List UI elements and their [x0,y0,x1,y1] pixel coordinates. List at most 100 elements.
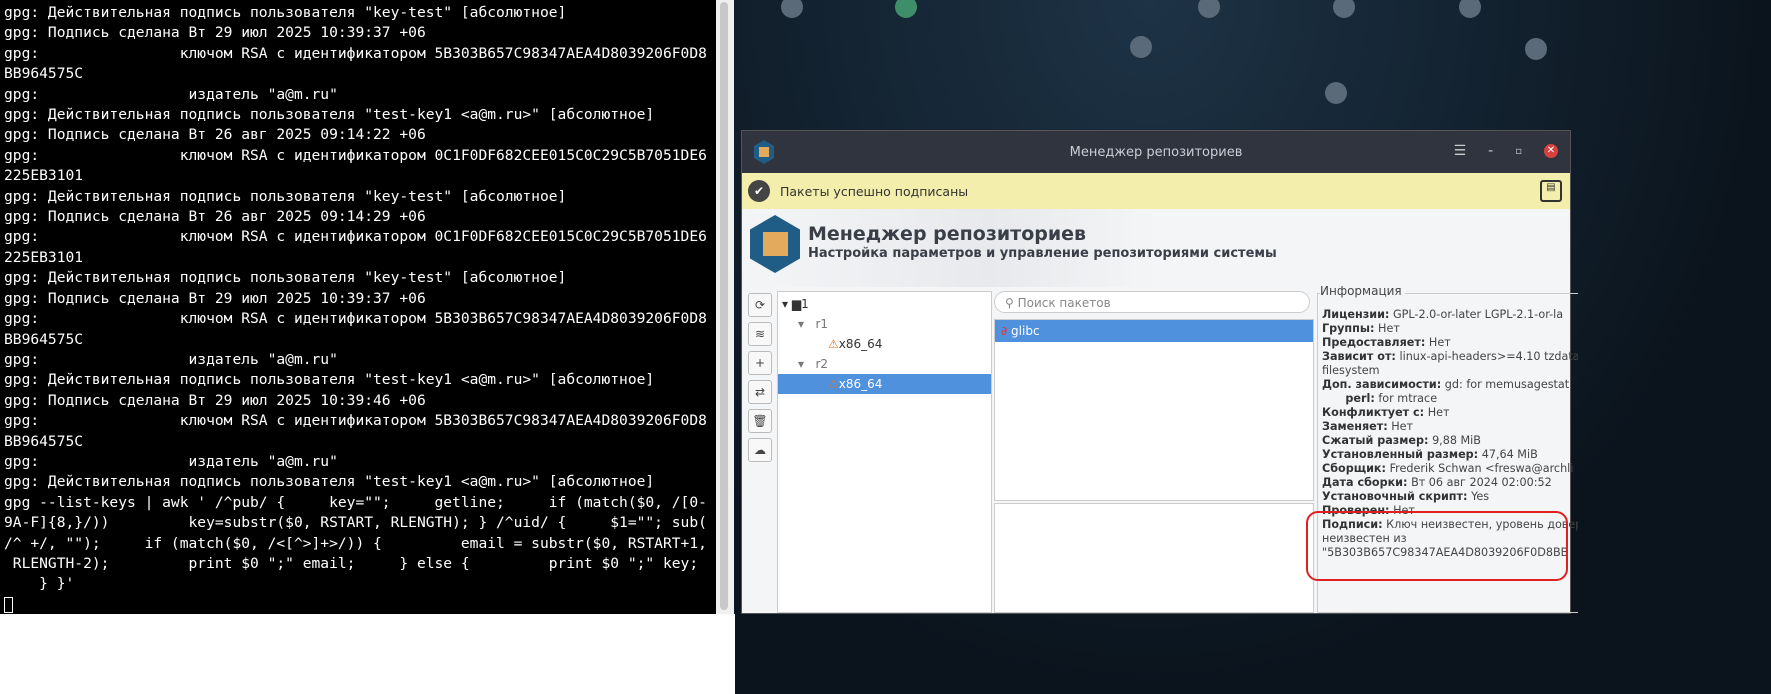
package-row[interactable]: ∂ glibc [995,320,1313,342]
info-row: filesystem [1322,364,1578,378]
info-row: perl: for mtrace [1322,392,1578,406]
info-row: Группы: Нет [1322,322,1578,336]
info-label: Зависит от: [1322,350,1396,363]
terminal-line: RLENGTH-2); print $0 ";" email; } else {… [4,554,699,572]
minimize-button[interactable]: - [1488,143,1493,159]
info-label: Установочный скрипт: [1322,490,1468,503]
info-value: filesystem [1322,364,1380,377]
terminal-line: gpg: Подпись сделана Вт 29 июл 2025 10:3… [4,391,426,409]
header-title: Менеджер репозиториев [808,223,1087,245]
info-value: gd: for memusagestat [1444,378,1570,391]
info-value: Нет [1378,322,1400,335]
header-subtitle: Настройка параметров и управление репози… [808,246,1277,261]
info-row: Дата сборки: Вт 06 авг 2024 02:00:52 [1322,476,1578,490]
package-list[interactable]: ∂ glibc [994,319,1314,501]
info-label: perl: [1322,392,1375,405]
terminal-line: gpg: ключом RSA с идентификатором 0C1F0D… [4,228,707,246]
info-row: Заменяет: Нет [1322,420,1578,434]
terminal-line: gpg: Действительная подпись пользователя… [4,106,655,124]
delete-button[interactable]: 🗑 [748,409,772,433]
terminal-line: gpg: ключом RSA с идентификатором 5B303B… [4,412,707,430]
header-logo-icon [750,215,800,273]
info-label: Дата сборки: [1322,476,1408,489]
window-title: Менеджер репозиториев [1069,145,1243,160]
info-label: Сжатый размер: [1322,434,1429,447]
repo-tree[interactable]: ▾ ▆1 ▾ r1 ⚠x86_64 ▾ r2 ⚠x86_64 [777,291,992,613]
info-value: 47,64 MiB [1481,448,1538,461]
info-label: Предоставляет: [1322,336,1426,349]
menu-icon[interactable]: ☰ [1454,143,1467,159]
info-label: Конфликтует с: [1322,406,1425,419]
info-row: Предоставляет: Нет [1322,336,1578,350]
tree-item-r2[interactable]: ▾ r2 [798,354,828,374]
highlight-annotation [1306,511,1568,581]
terminal-line: gpg: ключом RSA с идентификатором 5B303B… [4,44,707,62]
package-description [994,503,1314,613]
info-row: Сжатый размер: 9,88 MiB [1322,434,1578,448]
upload-button[interactable]: ☁ [748,438,772,462]
terminal-line: gpg: ключом RSA с идентификатором 0C1F0D… [4,146,707,164]
info-row: Лицензии: GPL-2.0-or-later LGPL-2.1-or-l… [1322,308,1578,322]
terminal-line: BB964575C [4,65,84,83]
add-button[interactable]: + [748,351,772,375]
notification-text: Пакеты успешно подписаны [780,184,969,199]
refresh-button[interactable]: ⟳ [748,293,772,317]
tree-item-r1[interactable]: ▾ r1 [798,314,828,334]
info-label: Установленный размер: [1322,448,1479,461]
folder-icon: ▆ [791,297,802,311]
info-value: GPL-2.0-or-later LGPL-2.1-or-la [1392,308,1564,321]
info-label: Сборщик: [1322,462,1386,475]
terminal-line: gpg: издатель "a@m.ru" [4,85,338,103]
info-row: Сборщик: Frederik Schwan <freswa@archli [1322,462,1578,476]
info-row: Конфликтует с: Нет [1322,406,1578,420]
info-value: Yes [1471,490,1490,503]
info-row: Установочный скрипт: Yes [1322,490,1578,504]
tree-item-r1-arch[interactable]: ⚠x86_64 [828,334,882,354]
info-label: Лицензии: [1322,308,1390,321]
terminal-line: 9A-F]{8,}/)) key=substr($0, RSTART, RLEN… [4,514,707,532]
terminal-line: 225EB3101 [4,248,84,266]
info-value: Frederik Schwan <freswa@archli [1389,462,1574,475]
info-row: Доп. зависимости: gd: for memusagestat [1322,378,1578,392]
terminal-line: gpg: Действительная подпись пользователя… [4,4,567,21]
info-value: Вт 06 авг 2024 02:00:52 [1411,476,1552,489]
warning-icon: ⚠ [828,377,839,391]
terminal-line: gpg: ключом RSA с идентификатором 5B303B… [4,310,707,328]
terminal-scrollbar[interactable] [716,0,734,614]
terminal-line: gpg: Подпись сделана Вт 29 июл 2025 10:3… [4,24,426,42]
info-value: linux-api-headers>=4.10 tzdata [1399,350,1578,363]
close-button[interactable]: ✕ [1544,144,1558,158]
terminal-line: gpg: Подпись сделана Вт 26 авг 2025 09:1… [4,126,426,144]
check-icon: ✔ [748,180,770,202]
maximize-button[interactable]: ▫ [1515,146,1522,157]
tree-item-r2-arch[interactable]: ⚠x86_64 [778,374,991,394]
terminal-line: gpg: издатель "a@m.ru" [4,452,338,470]
terminal-footer [0,614,735,694]
terminal-line: gpg: Действительная подпись пользователя… [4,473,655,491]
terminal[interactable]: gpg: Действительная подпись пользователя… [0,0,716,614]
terminal-line: gpg: Подпись сделана Вт 29 июл 2025 10:3… [4,289,426,307]
terminal-line: gpg: Действительная подпись пользователя… [4,269,567,287]
info-title: Информация [1320,284,1405,298]
info-value: Нет [1427,406,1450,419]
info-value: Нет [1428,336,1451,349]
info-row: Установленный размер: 47,64 MiB [1322,448,1578,462]
tree-item-root[interactable]: ▾ ▆1 [782,294,809,314]
title-bar: Менеджер репозиториев ☰ - ▫ ✕ [742,131,1570,173]
info-value: Нет [1391,420,1414,433]
terminal-line: BB964575C [4,330,84,348]
header: Менеджер репозиториев Настройка параметр… [742,209,1570,287]
package-search-input[interactable]: ⚲ Поиск пакетов [994,291,1310,313]
terminal-line: BB964575C [4,432,84,450]
info-row: Зависит от: linux-api-headers>=4.10 tzda… [1322,350,1578,364]
info-value: for mtrace [1378,392,1438,405]
save-icon[interactable]: ▤ [1540,180,1562,202]
package-icon: ∂ [1001,324,1008,338]
info-value: 9,88 MiB [1432,434,1481,447]
terminal-line: 225EB3101 [4,167,84,185]
search-icon: ⚲ [1005,296,1018,310]
database-button[interactable]: ≋ [748,322,772,346]
terminal-line: gpg: издатель "a@m.ru" [4,350,338,368]
terminal-line: gpg: Действительная подпись пользователя… [4,371,655,389]
sync-button[interactable]: ⇄ [748,380,772,404]
